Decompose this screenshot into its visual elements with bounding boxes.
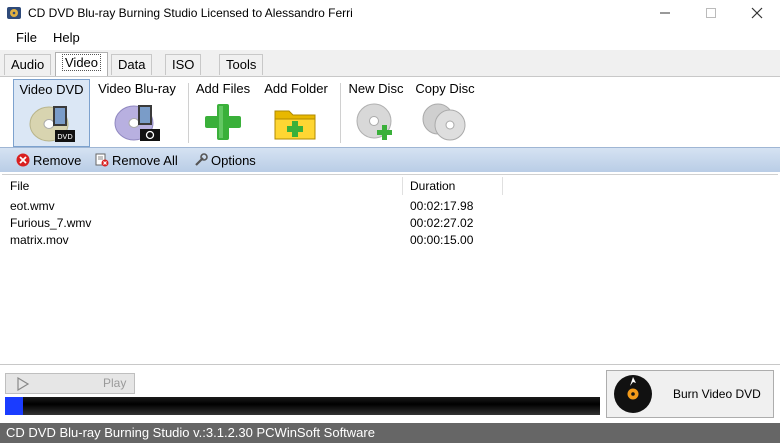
duration-cell: 00:02:17.98 — [410, 199, 474, 213]
ribbon-toolbar: Video DVD DVD Video Blu-ray Add Files Ad… — [0, 76, 780, 147]
remove-all-icon — [95, 153, 109, 167]
play-icon — [17, 377, 30, 391]
remove-all-button[interactable]: Remove All — [95, 151, 178, 169]
tab-strip: Audio Video Data ISO Tools — [0, 50, 780, 76]
options-button[interactable]: Options — [194, 151, 256, 169]
menu-file[interactable]: File — [16, 30, 37, 45]
minimize-icon — [660, 12, 670, 14]
dvd-badge: DVD — [57, 133, 72, 141]
wrench-icon — [195, 153, 208, 166]
add-files-label: Add Files — [195, 81, 251, 96]
status-bar: CD DVD Blu-ray Burning Studio v.:3.1.2.3… — [0, 423, 780, 443]
copy-disc-button[interactable]: Copy Disc — [412, 79, 478, 145]
file-cell[interactable]: matrix.mov — [10, 233, 69, 250]
play-button[interactable]: Play — [5, 373, 135, 394]
new-disc-button[interactable]: New Disc — [344, 79, 408, 145]
add-folder-label: Add Folder — [264, 81, 328, 96]
burn-video-dvd-button[interactable]: Burn Video DVD — [606, 370, 774, 418]
maximize-button[interactable] — [688, 0, 734, 26]
copy-disc-icon — [422, 103, 466, 141]
burn-label: Burn Video DVD — [673, 387, 761, 401]
column-header-file[interactable]: File — [10, 177, 403, 195]
progress-bar — [5, 397, 600, 415]
tab-audio-label: Audio — [11, 57, 45, 72]
folder-plus-icon — [274, 110, 316, 140]
tab-video[interactable]: Video — [55, 52, 109, 76]
ribbon-separator — [188, 83, 189, 143]
remove-label: Remove — [33, 152, 82, 168]
file-list[interactable]: File Duration eot.wmv 00:02:17.98 Furiou… — [2, 174, 778, 365]
tab-iso[interactable]: ISO — [165, 54, 202, 75]
duration-cell: 00:02:27.02 — [410, 216, 474, 230]
add-folder-button[interactable]: Add Folder — [259, 79, 333, 145]
maximize-icon — [706, 8, 716, 18]
play-label: Play — [103, 376, 127, 390]
remove-icon — [16, 153, 30, 167]
close-button[interactable] — [734, 0, 780, 26]
video-bluray-icon — [114, 105, 160, 141]
tab-tools-label: Tools — [226, 57, 257, 72]
menu-bar: File Help — [0, 27, 780, 49]
menu-help[interactable]: Help — [53, 30, 80, 45]
file-cell[interactable]: eot.wmv — [10, 199, 55, 216]
window-title: CD DVD Blu-ray Burning Studio Licensed t… — [28, 6, 353, 20]
video-bluray-label: Video Blu-ray — [98, 81, 176, 96]
title-bar: CD DVD Blu-ray Burning Studio Licensed t… — [0, 0, 780, 26]
remove-button[interactable]: Remove — [16, 151, 81, 169]
video-bluray-button[interactable]: Video Blu-ray — [92, 79, 182, 145]
video-dvd-button[interactable]: Video DVD DVD — [13, 79, 90, 147]
app-icon — [7, 7, 21, 19]
tab-data[interactable]: Data — [111, 54, 153, 75]
action-bar: Remove Remove All Options — [0, 147, 780, 172]
new-disc-icon — [356, 103, 392, 140]
status-text: CD DVD Blu-ray Burning Studio v.:3.1.2.3… — [6, 425, 375, 440]
remove-all-label: Remove All — [112, 152, 178, 168]
options-label: Options — [211, 152, 256, 168]
bottom-divider — [0, 364, 780, 365]
progress-fill — [5, 397, 23, 415]
tab-tools[interactable]: Tools — [219, 54, 264, 75]
plus-icon — [205, 104, 241, 140]
copy-disc-label: Copy Disc — [415, 81, 475, 96]
video-dvd-icon: DVD — [29, 106, 75, 142]
add-files-button[interactable]: Add Files — [192, 79, 254, 145]
tab-iso-label: ISO — [172, 57, 195, 72]
tab-video-label: Video — [62, 54, 102, 71]
ribbon-separator — [340, 83, 341, 143]
tab-data-label: Data — [118, 57, 146, 72]
duration-cell: 00:00:15.00 — [410, 233, 474, 247]
minimize-button[interactable] — [642, 0, 688, 26]
close-icon — [751, 7, 763, 19]
new-disc-label: New Disc — [348, 81, 404, 96]
video-dvd-label: Video DVD — [19, 82, 84, 97]
burn-disc-icon — [614, 375, 652, 413]
tab-audio[interactable]: Audio — [4, 54, 52, 75]
column-header-duration[interactable]: Duration — [410, 177, 503, 195]
file-cell[interactable]: Furious_7.wmv — [10, 216, 91, 233]
